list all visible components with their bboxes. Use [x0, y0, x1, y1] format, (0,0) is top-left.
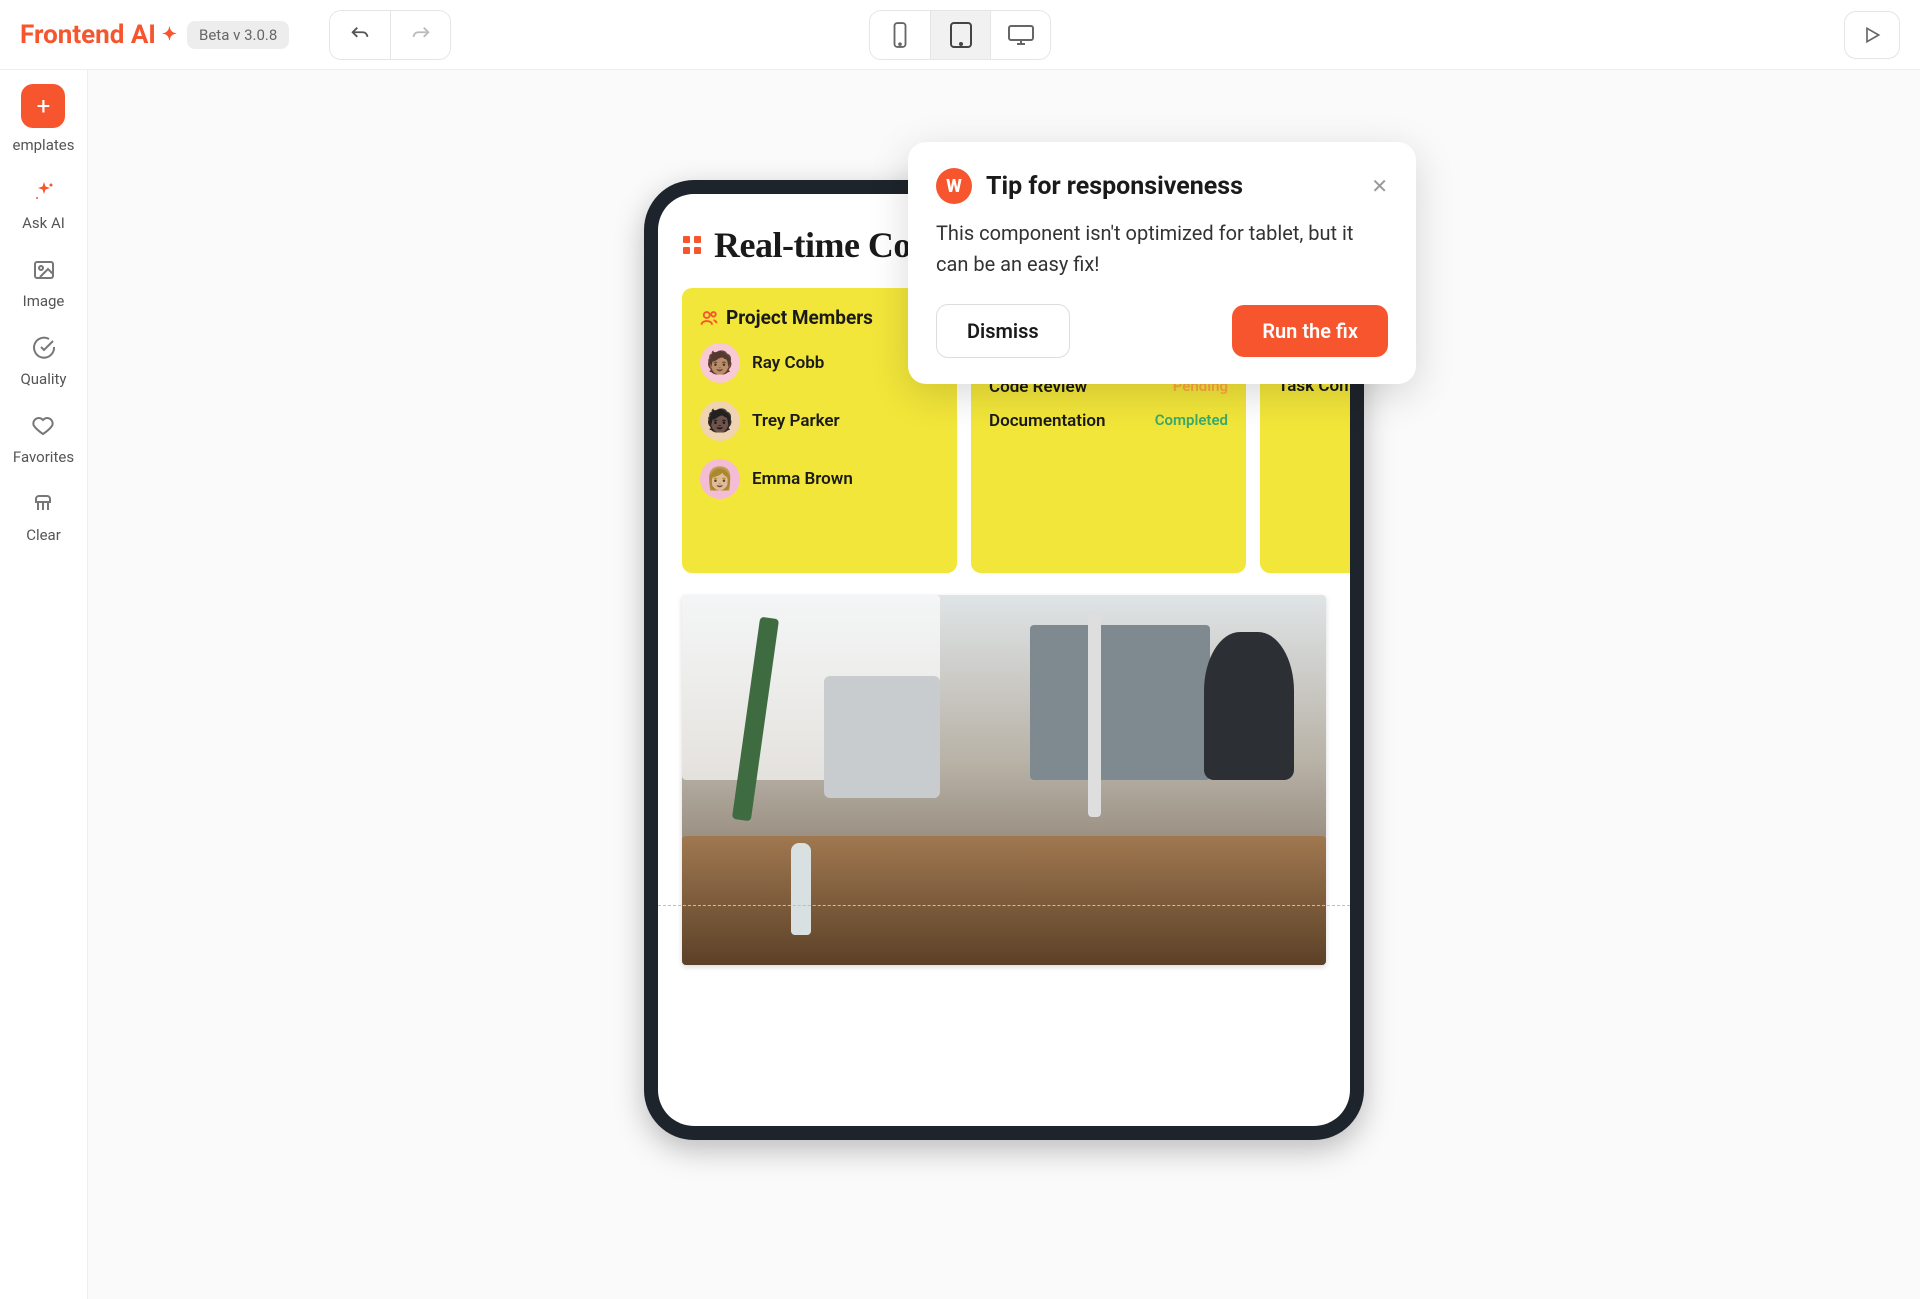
sidebar-item-label: Image [23, 292, 65, 310]
sidebar-add[interactable]: + emplates [13, 84, 75, 154]
sparkles-icon [30, 178, 58, 206]
member-row: 🧑🏿 Trey Parker [700, 401, 939, 441]
photo-bottle [791, 843, 810, 936]
run-fix-button[interactable]: Run the fix [1232, 305, 1388, 357]
responsiveness-popup: W Tip for responsiveness ✕ This componen… [908, 142, 1416, 384]
sidebar-item-label: Favorites [13, 448, 74, 466]
popup-title: Tip for responsiveness [986, 172, 1243, 201]
task-row: Documentation Completed [989, 411, 1228, 431]
card-header: Project Members [700, 306, 939, 329]
member-name: Trey Parker [752, 411, 840, 431]
app-name: Frontend AI [20, 20, 156, 50]
avatar: 🧑🏿 [700, 401, 740, 441]
heart-icon [29, 412, 57, 440]
avatar: 🧑🏽 [700, 343, 740, 383]
sidebar-item-label: Ask AI [22, 214, 65, 232]
popup-header: W Tip for responsiveness ✕ [936, 168, 1388, 204]
undo-icon [349, 24, 371, 46]
photo-monitor [1030, 625, 1210, 780]
mobile-icon [889, 21, 911, 49]
popup-logo-icon: W [936, 168, 972, 204]
member-row: 🧑🏽 Ray Cobb [700, 343, 939, 383]
sidebar-favorites[interactable]: Favorites [13, 412, 74, 466]
sparkle-icon: ✦ [162, 24, 177, 45]
popup-body: This component isn't optimized for table… [936, 218, 1388, 280]
canvas[interactable]: Real-time Collaboration Da Project Membe… [88, 70, 1920, 1299]
redo-button[interactable] [390, 11, 450, 59]
member-name: Emma Brown [752, 469, 853, 489]
app-logo: Frontend AI ✦ [20, 20, 177, 50]
broom-icon [29, 490, 57, 518]
photo-lamp [1088, 614, 1101, 818]
check-circle-icon [30, 334, 58, 362]
member-row: 👩🏼 Emma Brown [700, 459, 939, 499]
version-badge: Beta v 3.0.8 [187, 21, 289, 49]
overflow-guide-line [658, 905, 1350, 906]
logo-group: Frontend AI ✦ Beta v 3.0.8 [20, 20, 289, 50]
plus-icon: + [21, 84, 65, 128]
device-switch [869, 10, 1051, 60]
task-status: Completed [1155, 411, 1228, 431]
tablet-view-button[interactable] [930, 11, 990, 59]
tablet-icon [948, 21, 974, 49]
play-icon [1862, 25, 1882, 45]
avatar: 👩🏼 [700, 459, 740, 499]
popup-actions: Dismiss Run the fix [936, 304, 1388, 358]
sidebar-ask-ai[interactable]: Ask AI [22, 178, 65, 232]
card-header-text: Project Members [726, 306, 873, 329]
run-button[interactable] [1844, 11, 1900, 59]
photo-imac [824, 676, 940, 798]
grid-icon [682, 235, 702, 255]
people-icon [700, 309, 718, 327]
workspace-photo [682, 595, 1326, 965]
history-controls [329, 10, 451, 60]
sidebar-quality[interactable]: Quality [20, 334, 66, 388]
image-icon [30, 256, 58, 284]
photo-person [1204, 632, 1294, 780]
member-name: Ray Cobb [752, 353, 824, 373]
mobile-view-button[interactable] [870, 11, 930, 59]
undo-button[interactable] [330, 11, 390, 59]
dismiss-button[interactable]: Dismiss [936, 304, 1070, 358]
sidebar: + emplates Ask AI Image Quality Favori [0, 70, 88, 1299]
desktop-icon [1007, 23, 1035, 47]
main-area: + emplates Ask AI Image Quality Favori [0, 70, 1920, 1299]
sidebar-item-label: emplates [13, 136, 75, 154]
sidebar-clear[interactable]: Clear [26, 490, 61, 544]
desktop-view-button[interactable] [990, 11, 1050, 59]
sidebar-item-label: Quality [20, 370, 66, 388]
redo-icon [410, 24, 432, 46]
task-name: Documentation [989, 411, 1106, 431]
close-icon[interactable]: ✕ [1371, 176, 1388, 196]
sidebar-image[interactable]: Image [23, 256, 65, 310]
photo-desk [682, 836, 1326, 966]
sidebar-item-label: Clear [26, 526, 61, 544]
topbar: Frontend AI ✦ Beta v 3.0.8 [0, 0, 1920, 70]
